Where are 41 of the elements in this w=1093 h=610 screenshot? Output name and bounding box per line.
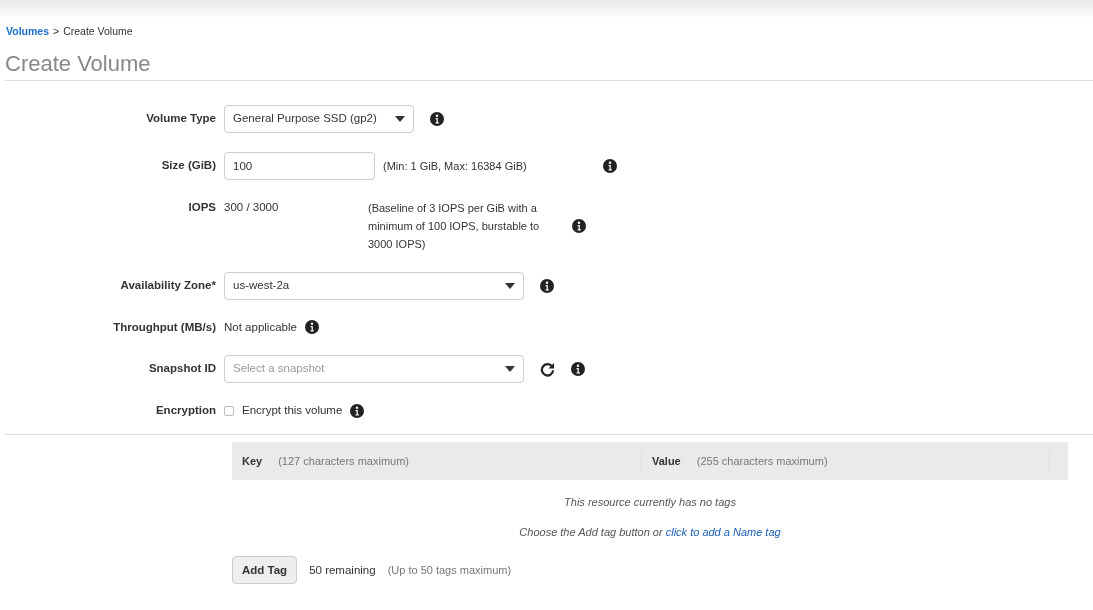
empty-tags-message: This resource currently has no tags — [564, 495, 736, 511]
iops-value: 300 / 3000 — [224, 199, 280, 215]
add-tag-prompt: Choose the Add tag button or click to add a Name tag — [519, 524, 781, 540]
breadcrumb-separator: > — [53, 24, 60, 39]
breadcrumb-current: Create Volume — [63, 24, 133, 39]
dropdown-select[interactable]: General Purpose SSD (gp2) — [224, 104, 414, 133]
field-label: Throughput (MB/s) — [112, 319, 217, 335]
info-icon[interactable] — [350, 403, 365, 418]
field-label: Volume Type — [145, 111, 217, 127]
field-label: Snapshot ID — [147, 361, 217, 377]
info-icon[interactable] — [571, 362, 585, 376]
breadcrumb-link[interactable]: Volumes — [6, 24, 49, 40]
page-title: Create Volume — [5, 49, 152, 78]
field-label: Encryption — [154, 403, 217, 418]
refresh-icon[interactable] — [540, 361, 555, 377]
caret-icon — [395, 115, 405, 122]
remaining-count: 50 remaining — [309, 562, 376, 578]
field-label: IOPS — [187, 199, 217, 215]
column-hint: (127 characters maximum) — [278, 454, 409, 469]
add-name-tag-link[interactable]: click to add a Name tag — [665, 525, 781, 538]
info-icon[interactable] — [430, 111, 444, 126]
info-icon[interactable] — [572, 218, 586, 233]
throughput-value: Not applicable — [224, 319, 297, 335]
size-input-field[interactable]: 100 — [224, 151, 375, 180]
field-label: Availability Zone* — [119, 278, 217, 294]
field-label: Size (GiB) — [160, 158, 217, 174]
caret-icon — [505, 282, 515, 289]
hint-text: (Min: 1 GiB, Max: 16384 GiB) — [383, 158, 528, 174]
column-heading: Key — [242, 454, 263, 469]
hint-text: (Baseline of 3 IOPS per GiB with a minimum of 100 IOPS, burstable to 3000 IOPS) — [368, 200, 541, 252]
info-icon[interactable] — [304, 320, 319, 335]
checkbox-label: Encrypt this volume — [242, 403, 343, 418]
column-heading: Value — [652, 454, 681, 469]
info-icon[interactable] — [603, 158, 617, 173]
info-icon[interactable] — [540, 278, 554, 293]
tag-limit-note: (Up to 50 tags maximum) — [387, 563, 512, 578]
dropdown-select[interactable]: us-west-2a — [224, 271, 524, 300]
add-tag-button[interactable]: Add Tag — [232, 556, 298, 585]
column-hint: (255 characters maximum) — [696, 454, 828, 469]
caret-icon — [505, 366, 515, 372]
checkbox[interactable] — [224, 405, 234, 416]
